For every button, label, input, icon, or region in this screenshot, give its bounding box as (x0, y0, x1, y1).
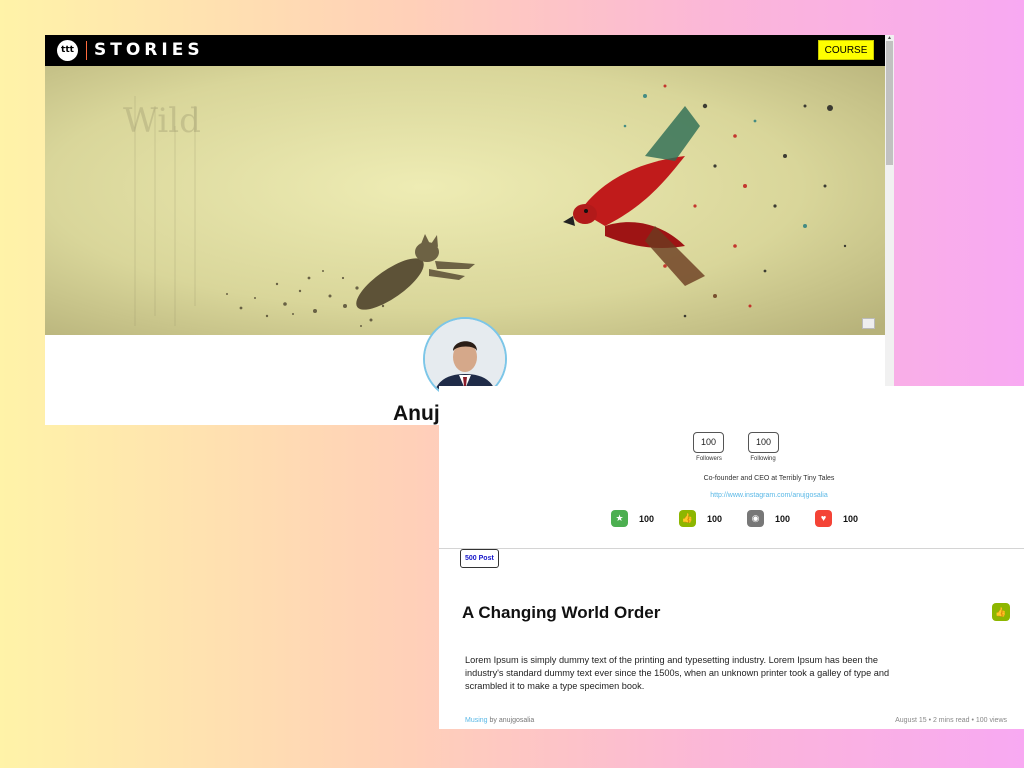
change-cover-icon[interactable] (862, 318, 875, 329)
post-category-link[interactable]: Musing (465, 717, 488, 724)
thumbs-up-icon[interactable]: 👍 (992, 603, 1010, 621)
logo[interactable]: ttt (57, 40, 78, 61)
post-title[interactable]: A Changing World Order (462, 603, 660, 623)
logo-divider (86, 41, 87, 60)
thumbs-up-icon[interactable]: 👍 (679, 510, 696, 527)
scrollbar-thumb[interactable] (886, 41, 893, 165)
following-count[interactable]: 100 (748, 432, 779, 453)
stars-count: 100 (639, 514, 655, 524)
post-body: Lorem Ipsum is simply dummy text of the … (465, 655, 890, 691)
views-count: 100 (775, 514, 791, 524)
eye-icon[interactable]: ◉ (747, 510, 764, 527)
brand-title[interactable]: STORIES (94, 40, 204, 60)
post-author[interactable]: anujgosalia (499, 717, 534, 724)
post-meta: August 15 • 2 mins read • 100 views (895, 717, 1007, 724)
top-navbar: ttt STORIES COURSE (45, 35, 885, 66)
profile-link[interactable]: http://www.instagram.com/anujgosalia (439, 492, 1024, 499)
followers-count[interactable]: 100 (693, 432, 724, 453)
profile-bio: Co-founder and CEO at Terribly Tiny Tale… (703, 475, 835, 482)
followers-label: Followers (696, 456, 722, 462)
heart-icon[interactable]: ♥ (815, 510, 832, 527)
course-button[interactable]: COURSE (818, 40, 874, 60)
post-count-badge[interactable]: 500 Post (460, 549, 499, 568)
following-label: Following (750, 456, 776, 462)
star-icon[interactable]: ★ (611, 510, 628, 527)
post-byline: Musing by anujgosalia (465, 717, 534, 724)
cover-image: Wild (45, 66, 885, 335)
hearts-count: 100 (843, 514, 859, 524)
profile-window-bottom: 100 Followers 100 Following Co-founder a… (439, 386, 1024, 729)
section-divider (439, 548, 1024, 549)
post-author-prefix: by (487, 717, 499, 724)
profile-window-top: ttt STORIES COURSE Wild Anuj ▲ (45, 35, 894, 425)
scrollbar[interactable]: ▲ ▼ (885, 35, 894, 425)
cover-artwork: Wild (45, 66, 885, 335)
likes-count: 100 (707, 514, 723, 524)
